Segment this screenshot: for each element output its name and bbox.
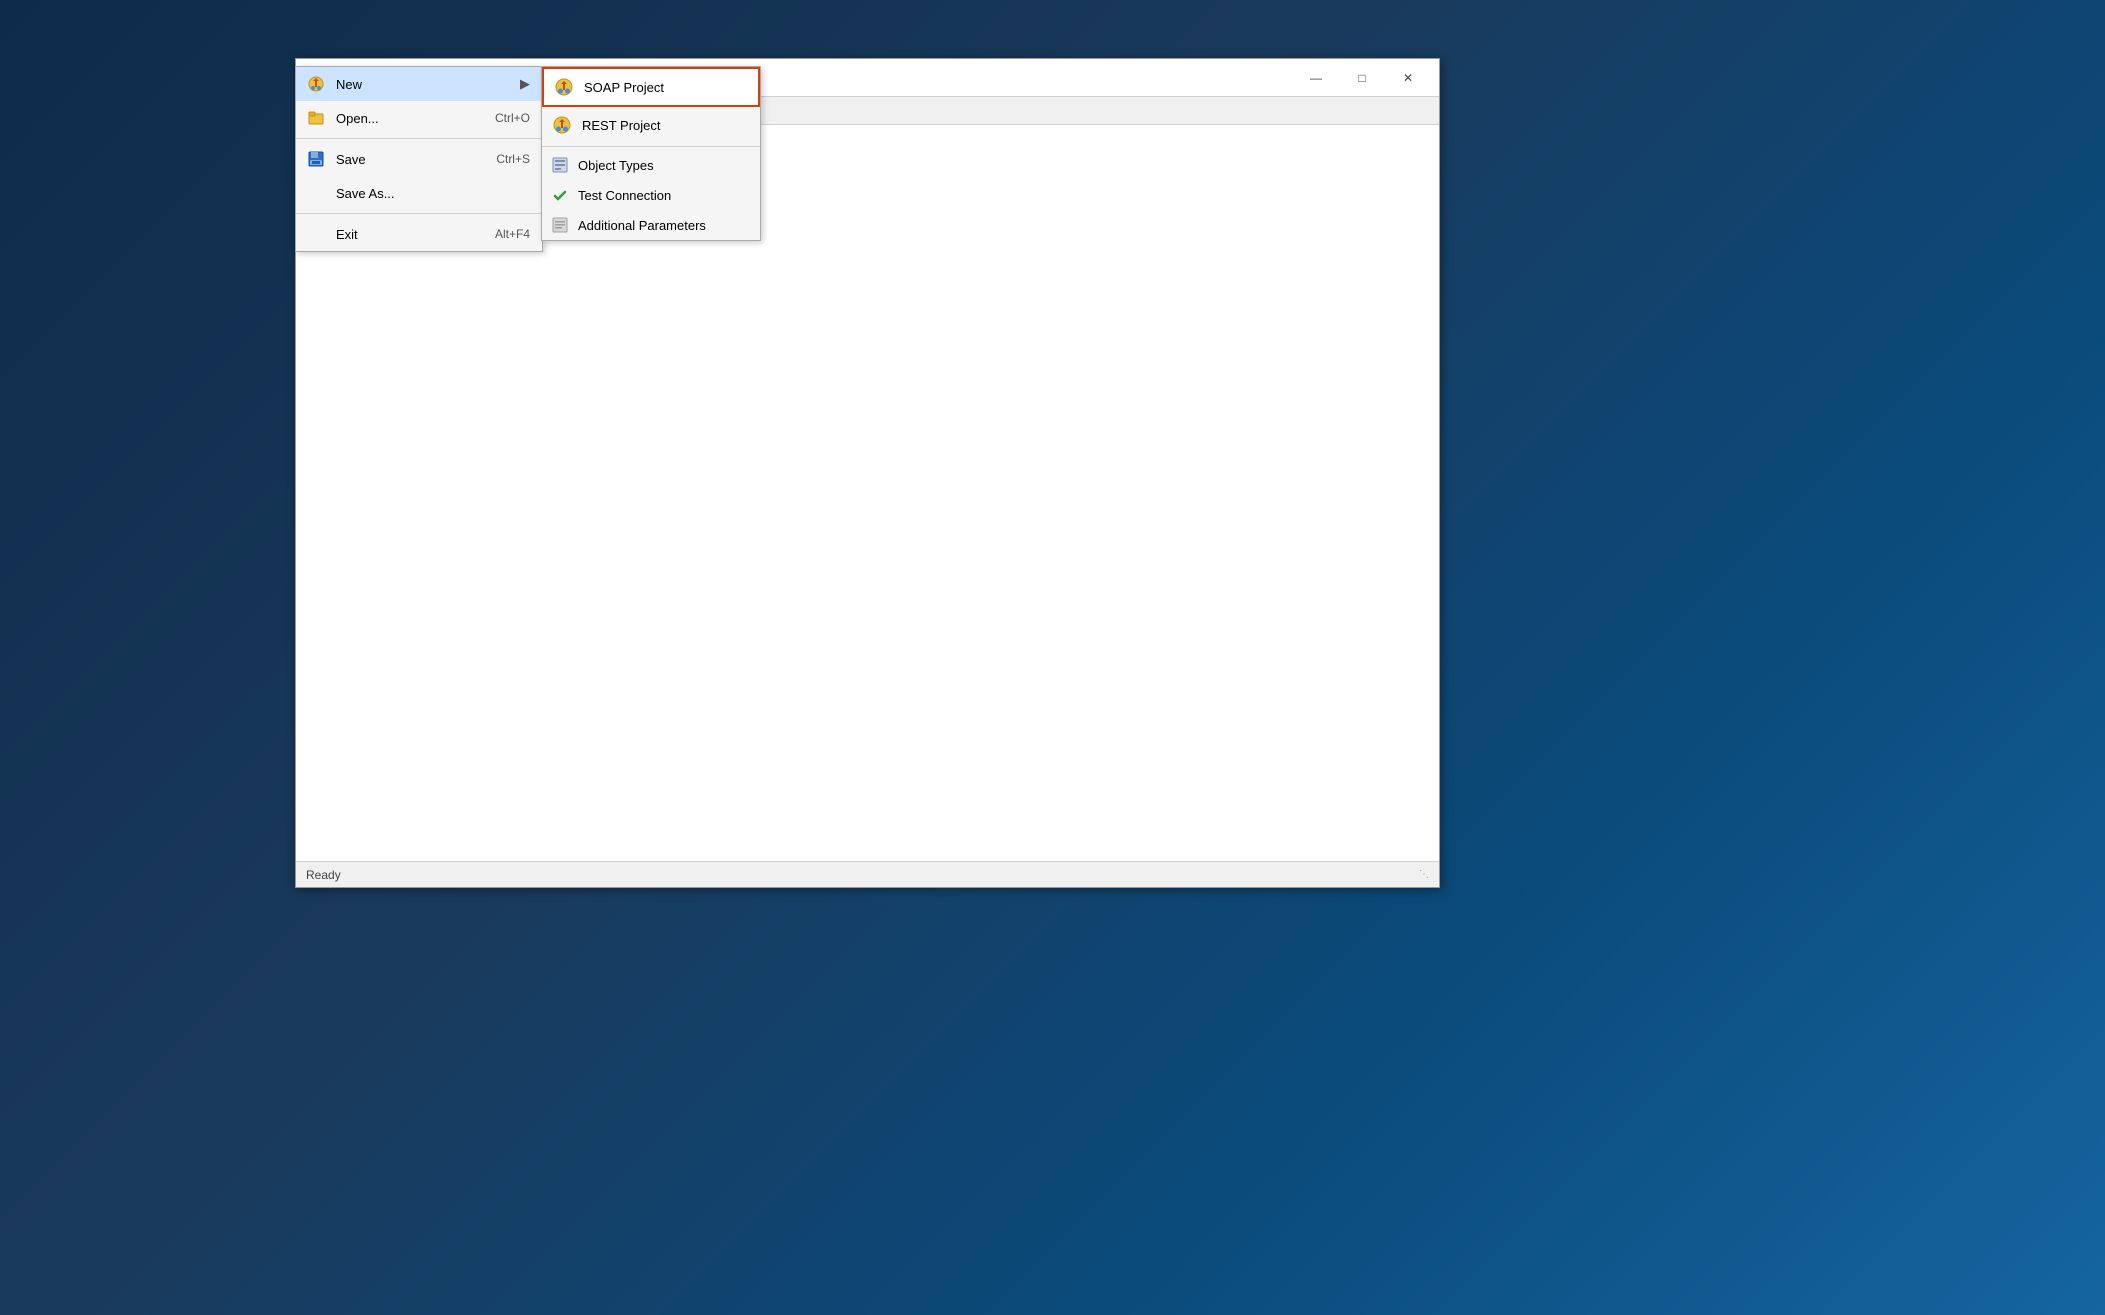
- test-connection-item[interactable]: Test Connection: [542, 180, 760, 210]
- new-submenu: SOAP Project REST Project Object Types: [541, 66, 761, 241]
- rest-project-icon: [550, 113, 574, 137]
- save-shortcut: Ctrl+S: [496, 152, 530, 166]
- separator-2: [296, 213, 542, 214]
- save-label: Save: [336, 152, 496, 167]
- menu-item-save[interactable]: Save Ctrl+S: [296, 142, 542, 176]
- object-types-item[interactable]: Object Types: [542, 150, 760, 180]
- new-icon: [304, 72, 328, 96]
- additional-parameters-item[interactable]: Additional Parameters: [542, 210, 760, 240]
- open-label: Open...: [336, 111, 495, 126]
- test-connection-icon: [550, 185, 570, 205]
- status-bar: Ready ⋱: [296, 861, 1439, 887]
- exit-shortcut: Alt+F4: [495, 227, 530, 241]
- test-connection-label: Test Connection: [578, 188, 671, 203]
- soap-project-icon: [552, 75, 576, 99]
- close-button[interactable]: ✕: [1385, 59, 1431, 97]
- open-shortcut: Ctrl+O: [495, 111, 530, 125]
- save-as-label: Save As...: [336, 186, 530, 201]
- open-icon: [304, 106, 328, 130]
- object-types-label: Object Types: [578, 158, 654, 173]
- new-arrow: ▶: [520, 76, 530, 92]
- maximize-button[interactable]: □: [1339, 59, 1385, 97]
- window-controls: — □ ✕: [1293, 59, 1431, 97]
- save-icon: [304, 147, 328, 171]
- separator-1: [296, 138, 542, 139]
- menu-item-save-as[interactable]: Save As...: [296, 176, 542, 210]
- soap-project-item[interactable]: SOAP Project: [542, 67, 760, 107]
- additional-parameters-label: Additional Parameters: [578, 218, 706, 233]
- minimize-button[interactable]: —: [1293, 59, 1339, 97]
- exit-icon: [304, 222, 328, 246]
- status-text: Ready: [306, 868, 341, 882]
- object-types-icon: [550, 155, 570, 175]
- menu-item-exit[interactable]: Exit Alt+F4: [296, 217, 542, 251]
- save-as-icon: [304, 181, 328, 205]
- soap-project-label: SOAP Project: [584, 80, 664, 95]
- exit-label: Exit: [336, 227, 495, 242]
- file-menu-dropdown: New ▶ Open... Ctrl+O Save Ctrl+S: [295, 66, 543, 252]
- rest-project-item[interactable]: REST Project: [542, 107, 760, 143]
- menu-item-new[interactable]: New ▶: [296, 67, 542, 101]
- rest-project-label: REST Project: [582, 118, 661, 133]
- submenu-separator: [542, 146, 760, 147]
- additional-parameters-icon: [550, 215, 570, 235]
- menu-item-open[interactable]: Open... Ctrl+O: [296, 101, 542, 135]
- new-label: New: [336, 77, 512, 92]
- status-grip: ⋱: [1419, 869, 1429, 880]
